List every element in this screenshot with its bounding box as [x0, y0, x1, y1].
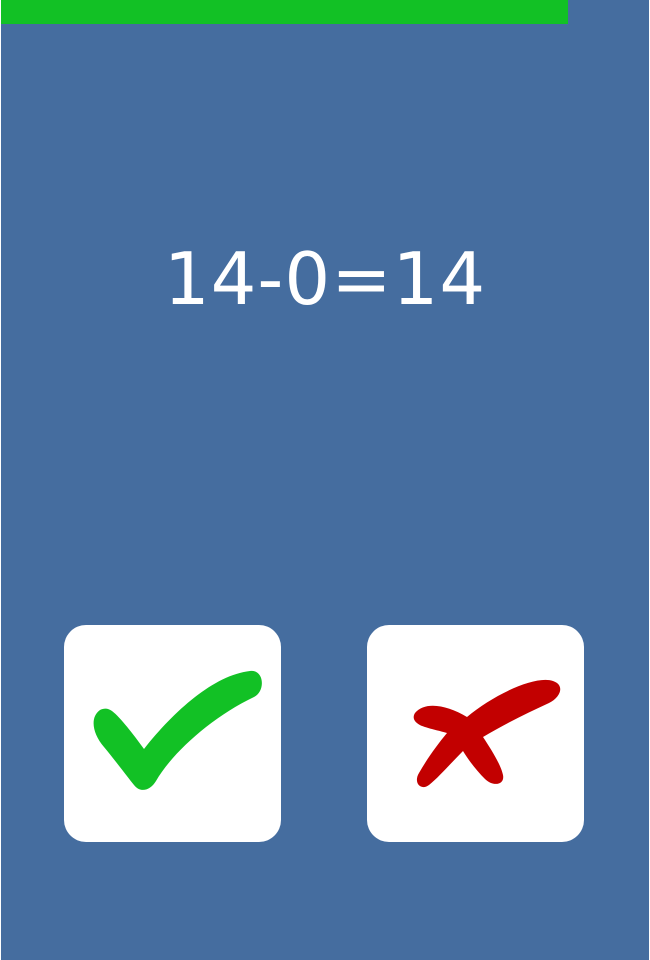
cross-icon	[413, 679, 561, 788]
wrong-answer-button[interactable]	[367, 625, 584, 842]
game-screen: 14-0=14	[1, 0, 649, 960]
equation-text: 14-0=14	[163, 237, 487, 321]
timer-bar	[1, 0, 649, 24]
correct-answer-button[interactable]	[64, 625, 281, 842]
check-icon	[93, 670, 262, 790]
timer-bar-fill	[1, 0, 568, 24]
